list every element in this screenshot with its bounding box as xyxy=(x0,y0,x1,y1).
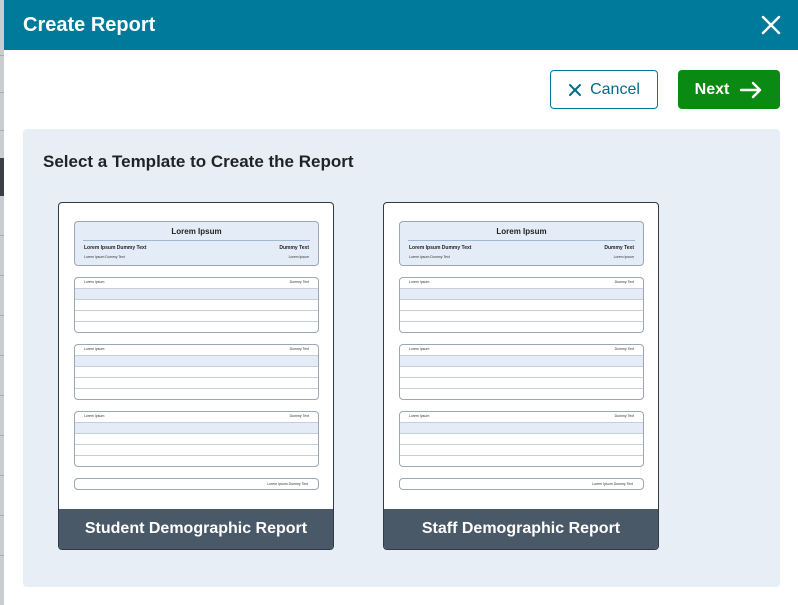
preview-table-row xyxy=(400,311,643,322)
preview-table-row xyxy=(400,445,643,456)
preview-table-left: Lorem Ipsum xyxy=(84,347,105,351)
preview-table-header: Lorem Ipsum Dummy Text xyxy=(400,412,643,423)
preview-table-right: Dummy Text xyxy=(289,280,309,284)
template-label: Staff Demographic Report xyxy=(384,509,658,549)
preview-divider xyxy=(83,240,310,241)
preview-table-right: Dummy Text xyxy=(614,414,634,418)
create-report-dialog: Create Report Cancel Next Select a Templ… xyxy=(4,0,798,605)
template-preview: Lorem Ipsum Lorem Ipsum Dummy Text Dummy… xyxy=(399,221,644,490)
template-label: Student Demographic Report xyxy=(59,509,333,549)
preview-right-text: Dummy Text xyxy=(604,245,634,251)
preview-title: Lorem Ipsum xyxy=(171,227,222,236)
preview-table: Lorem Ipsum Dummy Text xyxy=(399,411,644,467)
preview-table-row xyxy=(400,356,643,367)
dialog-header: Create Report xyxy=(4,0,798,50)
preview-table-row xyxy=(75,423,318,434)
preview-table-header: Lorem Ipsum Dummy Text xyxy=(400,345,643,356)
template-card-student[interactable]: Lorem Ipsum Lorem Ipsum Dummy Text Dummy… xyxy=(58,202,334,550)
preview-footer-text: Lorem Ipsum Dummy Text xyxy=(267,482,308,486)
preview-left-subtext: Lorem Ipsum Dummy Text xyxy=(84,255,125,259)
preview-header: Lorem Ipsum Lorem Ipsum Dummy Text Dummy… xyxy=(74,221,319,266)
preview-table-row xyxy=(400,322,643,332)
preview-footer: Lorem Ipsum Dummy Text xyxy=(399,478,644,490)
preview-table: Lorem Ipsum Dummy Text xyxy=(399,344,644,400)
preview-table-row xyxy=(75,456,318,466)
preview-table-row xyxy=(75,356,318,367)
preview-table-header: Lorem Ipsum Dummy Text xyxy=(400,278,643,289)
cancel-label: Cancel xyxy=(590,80,640,98)
preview-table-left: Lorem Ipsum xyxy=(409,280,430,284)
preview-table-row xyxy=(400,289,643,300)
preview-footer: Lorem Ipsum Dummy Text xyxy=(74,478,319,490)
preview-divider xyxy=(408,240,635,241)
preview-table-row xyxy=(75,445,318,456)
preview-table-left: Lorem Ipsum xyxy=(84,414,105,418)
panel-title: Select a Template to Create the Report xyxy=(43,152,354,171)
preview-header: Lorem Ipsum Lorem Ipsum Dummy Text Dummy… xyxy=(399,221,644,266)
preview-table-header: Lorem Ipsum Dummy Text xyxy=(75,345,318,356)
preview-table: Lorem Ipsum Dummy Text xyxy=(74,411,319,467)
preview-table-row xyxy=(75,434,318,445)
preview-table-row xyxy=(400,300,643,311)
preview-table-header: Lorem Ipsum Dummy Text xyxy=(75,278,318,289)
preview-table-row xyxy=(75,322,318,332)
preview-table-row xyxy=(75,378,318,389)
preview-table-row xyxy=(75,311,318,322)
preview-table-right: Dummy Text xyxy=(289,414,309,418)
template-preview: Lorem Ipsum Lorem Ipsum Dummy Text Dummy… xyxy=(74,221,319,490)
preview-table-row xyxy=(75,289,318,300)
preview-table: Lorem Ipsum Dummy Text xyxy=(74,344,319,400)
preview-table-left: Lorem Ipsum xyxy=(84,280,105,284)
preview-table-row xyxy=(400,367,643,378)
preview-table-row xyxy=(400,389,643,399)
arrow-right-icon xyxy=(739,81,763,99)
preview-footer-text: Lorem Ipsum Dummy Text xyxy=(592,482,633,486)
next-button[interactable]: Next xyxy=(678,70,780,109)
preview-table-row xyxy=(75,367,318,378)
close-button[interactable] xyxy=(758,12,784,38)
preview-table-row xyxy=(400,423,643,434)
preview-table-right: Dummy Text xyxy=(289,347,309,351)
preview-table-row xyxy=(400,456,643,466)
preview-table-right: Dummy Text xyxy=(614,280,634,284)
preview-table: Lorem Ipsum Dummy Text xyxy=(74,277,319,333)
preview-table: Lorem Ipsum Dummy Text xyxy=(399,277,644,333)
preview-right-subtext: Lorem Ipsum xyxy=(613,255,634,259)
preview-left-subtext: Lorem Ipsum Dummy Text xyxy=(409,255,450,259)
preview-table-row xyxy=(400,434,643,445)
preview-table-left: Lorem Ipsum xyxy=(409,414,430,418)
preview-right-text: Dummy Text xyxy=(279,245,309,251)
next-label: Next xyxy=(694,80,730,98)
dialog-title: Create Report xyxy=(23,14,156,36)
preview-table-right: Dummy Text xyxy=(614,347,634,351)
close-icon xyxy=(761,15,781,35)
template-card-staff[interactable]: Lorem Ipsum Lorem Ipsum Dummy Text Dummy… xyxy=(383,202,659,550)
x-icon xyxy=(568,83,582,97)
cancel-button[interactable]: Cancel xyxy=(550,70,658,109)
preview-title: Lorem Ipsum xyxy=(496,227,547,236)
preview-left-text: Lorem Ipsum Dummy Text xyxy=(84,245,147,251)
preview-table-row xyxy=(400,378,643,389)
preview-table-row xyxy=(75,300,318,311)
preview-table-header: Lorem Ipsum Dummy Text xyxy=(75,412,318,423)
template-panel: Select a Template to Create the Report L… xyxy=(23,129,780,587)
preview-left-text: Lorem Ipsum Dummy Text xyxy=(409,245,472,251)
preview-right-subtext: Lorem Ipsum xyxy=(288,255,309,259)
preview-table-left: Lorem Ipsum xyxy=(409,347,430,351)
preview-table-row xyxy=(75,389,318,399)
